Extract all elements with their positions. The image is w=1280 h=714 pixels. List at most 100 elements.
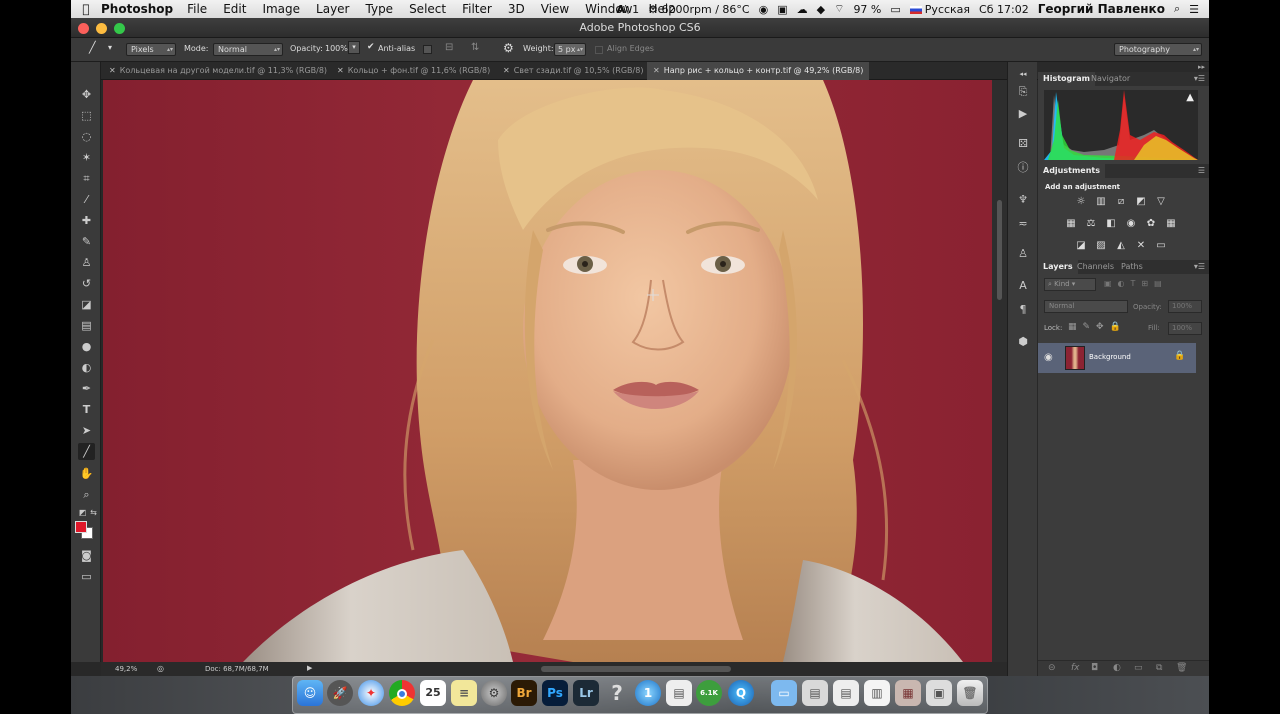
bridge-icon[interactable]: Br [511,680,537,706]
app-menu[interactable]: Photoshop [101,2,173,16]
crop-tool-icon[interactable]: ⌗ [78,170,95,187]
brightness-icon[interactable]: ☼ [1075,196,1087,208]
eye-icon[interactable]: ◉ [1044,352,1053,363]
tab-channels[interactable]: Channels [1072,260,1119,274]
evernote-icon[interactable]: ▣ [777,3,787,16]
notes-icon[interactable]: ≡ [451,680,477,706]
healing-brush-icon[interactable]: ✚ [78,212,95,229]
invert-icon[interactable]: ◪ [1075,240,1087,252]
tab-document-3[interactable]: ✕ Свет сзади.tif @ 10,5% (RGB/8) [503,62,643,80]
posterize-icon[interactable]: ▨ [1095,240,1107,252]
opacity-dropdown[interactable]: ▾ [348,41,360,54]
photoshop-icon[interactable]: Ps [542,680,568,706]
panel-menu-icon[interactable]: ☰ [1198,164,1205,177]
wifi-icon[interactable]: ⌔ [834,2,844,16]
opacity-value[interactable]: 100% [325,44,348,53]
menu-select[interactable]: Select [409,2,446,16]
clone-stamp-icon[interactable]: ♙ [78,254,95,271]
utorrent-icon[interactable]: 6.1K [696,680,722,706]
zoom-button[interactable] [114,23,125,34]
downloads-stack-icon[interactable]: ▤ [802,680,828,706]
selective-color-icon[interactable]: ✕ [1135,240,1147,252]
swap-colors-icon[interactable]: ⇆ [85,504,102,521]
panel-menu-icon[interactable]: ▾☰ [1194,260,1205,273]
close-icon[interactable]: ✕ [337,66,344,75]
panel-collapse-bar[interactable]: ▸▸ [1038,62,1209,72]
menu-3d[interactable]: 3D [508,2,525,16]
info-panel-icon[interactable]: ⓘ [1015,160,1031,176]
close-icon[interactable]: ✕ [653,66,660,75]
link-layers-icon[interactable]: ⊝ [1048,663,1056,673]
files-stack-icon[interactable]: ▤ [833,680,859,706]
history-panel-icon[interactable]: ⎘ [1015,84,1031,100]
paragraph-panel-icon[interactable]: ¶ [1015,302,1031,318]
line-tool-icon[interactable]: ╱ [89,41,96,54]
3d-panel-icon[interactable]: ⬢ [1015,334,1031,350]
collapse-icon[interactable]: ◂◂ [1015,66,1031,82]
layer-opacity-input[interactable]: 100% [1168,300,1202,313]
applications-stack-icon[interactable]: ▣ [926,680,952,706]
menu-layer[interactable]: Layer [316,2,349,16]
tool-mode-select[interactable]: Pixels [126,43,176,56]
adjustment-layer-icon[interactable]: ◐ [1113,663,1121,673]
trash-icon[interactable]: 🗑 [957,680,983,706]
panel-menu-icon[interactable]: ▾☰ [1194,72,1205,85]
sync-icon[interactable]: ◉ [759,3,769,16]
menu-image[interactable]: Image [262,2,300,16]
close-icon[interactable]: ✕ [109,66,116,75]
screen-mode-icon[interactable]: ▭ [78,568,95,585]
info-icon[interactable]: ◎ [157,664,164,673]
color-lookup-icon[interactable]: ▦ [1165,218,1177,230]
dodge-tool-icon[interactable]: ◐ [78,359,95,376]
levels-icon[interactable]: ▥ [1095,196,1107,208]
calendar-icon[interactable]: 25 [420,680,446,706]
type-tool-icon[interactable]: T [78,401,95,418]
brush-presets-icon[interactable]: ≂ [1015,216,1031,232]
gradient-tool-icon[interactable]: ▤ [78,317,95,334]
layer-filter-icons[interactable]: ▣◐T⊞▤ [1104,279,1168,288]
menu-filter[interactable]: Filter [462,2,492,16]
foreground-color-swatch[interactable] [75,521,87,533]
vertical-scrollbar[interactable] [992,80,1007,662]
workspace-select[interactable]: Photography [1114,43,1202,56]
adobe-icon[interactable]: A\ 1 [616,3,639,16]
minimize-button[interactable] [96,23,107,34]
menu-file[interactable]: File [187,2,207,16]
eyedropper-icon[interactable]: ⁄ [78,191,95,208]
photo-filter-icon[interactable]: ◉ [1125,218,1137,230]
battery-status[interactable]: 97 % [853,3,881,16]
dropbox-icon[interactable]: ◆ [817,3,825,16]
history-brush-icon[interactable]: ↺ [78,275,95,292]
new-layer-icon[interactable]: ⧉ [1156,663,1162,673]
notification-icon[interactable]: ☰ [1189,3,1199,16]
close-icon[interactable]: ✕ [503,66,510,75]
warning-icon[interactable]: ▲ [1186,92,1194,103]
drive-icon[interactable]: ☁ [797,3,808,16]
tab-document-4[interactable]: ✕ Напр рис + кольцо + контр.tif @ 49,2% (… [647,62,870,80]
hand-tool-icon[interactable]: ✋ [78,465,95,482]
move-tool-icon[interactable]: ✥ [78,86,95,103]
tab-navigator[interactable]: Navigator [1086,72,1135,86]
tab-document-1[interactable]: ✕ Кольцевая на другой модели.tif @ 11,3% … [109,62,327,80]
align-edges-checkbox[interactable] [595,46,603,54]
documents-stack-icon[interactable]: ▥ [864,680,890,706]
channel-mixer-icon[interactable]: ✿ [1145,218,1157,230]
gear-icon[interactable]: ⚙ [503,41,514,55]
help-icon[interactable]: ? [604,680,630,706]
launchpad-icon[interactable]: 🚀 [327,680,353,706]
tab-adjustments[interactable]: Adjustments [1038,164,1105,178]
weight-input[interactable]: 5 px [554,43,586,56]
zoom-tool-icon[interactable]: ⌕ [78,486,95,503]
eraser-icon[interactable]: ◪ [78,296,95,313]
blend-mode-select[interactable]: Normal [1044,300,1128,313]
black-white-icon[interactable]: ◧ [1105,218,1117,230]
pen-tool-icon[interactable]: ✒ [78,380,95,397]
zoom-level[interactable]: 49,2% [115,665,137,673]
curves-icon[interactable]: ⧄ [1115,196,1127,208]
gradient-map-icon[interactable]: ▭ [1155,240,1167,252]
system-preferences-icon[interactable]: ⚙ [481,680,507,706]
finder-icon[interactable]: ☺ [297,680,323,706]
lightroom-icon[interactable]: Lr [573,680,599,706]
collapse-icon[interactable]: ▸▸ [1198,62,1205,72]
scrollbar-thumb[interactable] [997,200,1002,300]
